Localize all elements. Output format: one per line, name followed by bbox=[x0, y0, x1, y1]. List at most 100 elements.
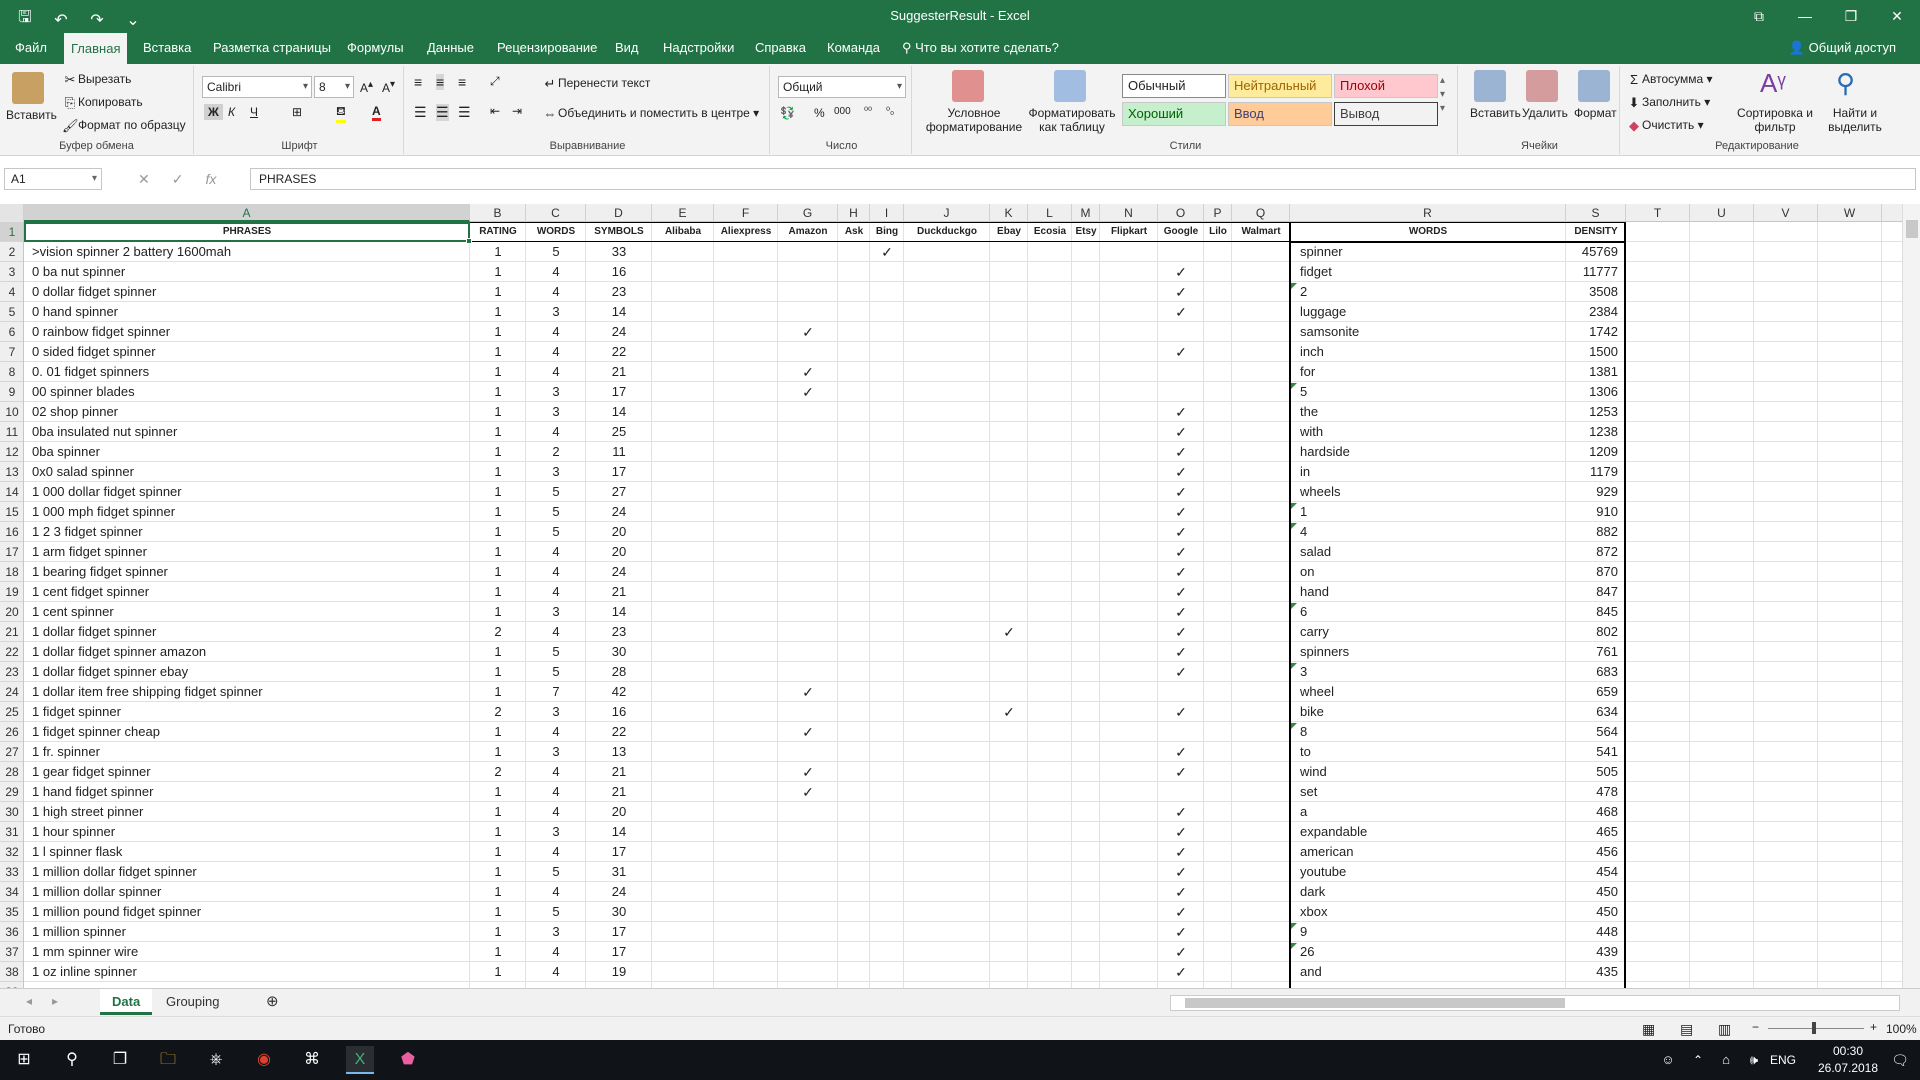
check-mark-cell[interactable]: ✓ bbox=[778, 762, 838, 782]
wrap-text-button[interactable]: ↵ Перенести текст bbox=[542, 76, 651, 92]
column-header-t[interactable]: T bbox=[1626, 204, 1690, 222]
row-header[interactable]: 10 bbox=[0, 402, 23, 422]
symbols-cell[interactable]: 14 bbox=[586, 822, 652, 842]
rating-cell[interactable]: 1 bbox=[470, 502, 526, 522]
header-cell-h[interactable]: Ask bbox=[838, 222, 870, 242]
search-icon[interactable]: ⚲ bbox=[58, 1046, 86, 1074]
words-count-cell[interactable]: 4 bbox=[526, 782, 586, 802]
symbols-cell[interactable]: 17 bbox=[586, 462, 652, 482]
rating-cell[interactable]: 1 bbox=[470, 362, 526, 382]
words-count-cell[interactable]: 3 bbox=[526, 302, 586, 322]
fill-button[interactable]: ⬇ Заполнить ▾ bbox=[1626, 95, 1711, 111]
check-mark-cell[interactable]: ✓ bbox=[1158, 402, 1204, 422]
phrase-cell[interactable]: 0ba spinner bbox=[32, 442, 468, 462]
column-header-h[interactable]: H bbox=[838, 204, 870, 222]
phrase-cell[interactable]: 1 fidget spinner bbox=[32, 702, 468, 722]
zoom-slider-thumb[interactable] bbox=[1812, 1022, 1816, 1034]
insert-cells-button[interactable]: Вставить bbox=[1470, 106, 1521, 120]
fill-handle[interactable] bbox=[466, 238, 472, 244]
phrase-cell[interactable]: 00 spinner blades bbox=[32, 382, 468, 402]
cancel-icon[interactable]: ✕ bbox=[138, 168, 150, 190]
symbols-cell[interactable]: 22 bbox=[586, 722, 652, 742]
style-input[interactable]: Ввод bbox=[1228, 102, 1332, 126]
row-header[interactable]: 18 bbox=[0, 562, 23, 582]
rating-cell[interactable]: 1 bbox=[470, 382, 526, 402]
row-header[interactable]: 4 bbox=[0, 282, 23, 302]
phrase-cell[interactable]: 1 cent spinner bbox=[32, 602, 468, 622]
symbols-cell[interactable]: 21 bbox=[586, 362, 652, 382]
style-good[interactable]: Хороший bbox=[1122, 102, 1226, 126]
check-mark-cell[interactable]: ✓ bbox=[1158, 822, 1204, 842]
check-mark-cell[interactable]: ✓ bbox=[1158, 842, 1204, 862]
phrase-cell[interactable]: 1 hand fidget spinner bbox=[32, 782, 468, 802]
words-count-cell[interactable]: 3 bbox=[526, 822, 586, 842]
phrase-cell[interactable]: 1 gear fidget spinner bbox=[32, 762, 468, 782]
words-count-cell[interactable]: 4 bbox=[526, 362, 586, 382]
symbols-cell[interactable]: 20 bbox=[586, 802, 652, 822]
phrase-cell[interactable]: 1 bearing fidget spinner bbox=[32, 562, 468, 582]
decrease-decimal-icon[interactable]: ⁰₀ bbox=[886, 106, 894, 117]
column-header-r[interactable]: R bbox=[1290, 204, 1566, 222]
phrase-cell[interactable]: 1 million dollar spinner bbox=[32, 882, 468, 902]
row-header[interactable]: 29 bbox=[0, 782, 23, 802]
symbols-cell[interactable]: 28 bbox=[586, 662, 652, 682]
rating-cell[interactable]: 1 bbox=[470, 662, 526, 682]
row-header[interactable]: 9 bbox=[0, 382, 23, 402]
phrase-cell[interactable]: 1 high street pinner bbox=[32, 802, 468, 822]
sheet-tab-data[interactable]: Data bbox=[100, 989, 153, 1015]
symbols-cell[interactable]: 24 bbox=[586, 502, 652, 522]
words-count-cell[interactable]: 4 bbox=[526, 562, 586, 582]
style-neutral[interactable]: Нейтральный bbox=[1228, 74, 1332, 98]
words-count-cell[interactable]: 4 bbox=[526, 802, 586, 822]
paste-icon[interactable] bbox=[12, 72, 44, 104]
prev-sheet-icon[interactable]: ◂ bbox=[26, 994, 32, 1008]
phrase-cell[interactable]: 0. 01 fidget spinners bbox=[32, 362, 468, 382]
align-right-icon[interactable]: ☰ bbox=[458, 104, 471, 121]
ribbon-display-icon[interactable]: ⧉ bbox=[1736, 0, 1782, 32]
row-header[interactable]: 14 bbox=[0, 482, 23, 502]
symbols-cell[interactable]: 23 bbox=[586, 282, 652, 302]
check-mark-cell[interactable]: ✓ bbox=[1158, 422, 1204, 442]
tab-formulas[interactable]: Формулы bbox=[340, 32, 411, 64]
rating-cell[interactable]: 1 bbox=[470, 842, 526, 862]
check-mark-cell[interactable]: ✓ bbox=[1158, 262, 1204, 282]
check-mark-cell[interactable]: ✓ bbox=[1158, 662, 1204, 682]
symbols-cell[interactable]: 25 bbox=[586, 422, 652, 442]
row-header[interactable]: 21 bbox=[0, 622, 23, 642]
clock-time[interactable]: 00:30 bbox=[1808, 1044, 1888, 1058]
grow-font-icon[interactable]: A▴ bbox=[360, 79, 373, 95]
symbols-cell[interactable]: 24 bbox=[586, 322, 652, 342]
align-top-icon[interactable]: ≡ bbox=[414, 74, 422, 90]
delete-cells-button[interactable]: Удалить bbox=[1522, 106, 1568, 120]
merge-center-button[interactable]: ⇔ Объединить и поместить в центре ▾ bbox=[542, 106, 760, 122]
rating-cell[interactable]: 1 bbox=[470, 582, 526, 602]
row-header[interactable]: 19 bbox=[0, 582, 23, 602]
style-normal[interactable]: Обычный bbox=[1122, 74, 1226, 98]
row-header[interactable]: 3 bbox=[0, 262, 23, 282]
words-count-cell[interactable]: 3 bbox=[526, 602, 586, 622]
cell-grid[interactable]: PHRASES RATING WORDS SYMBOLS Alibaba Aliexpre… bbox=[24, 222, 1902, 988]
rating-cell[interactable]: 2 bbox=[470, 702, 526, 722]
horizontal-scroll-thumb[interactable] bbox=[1185, 998, 1565, 1008]
column-header-u[interactable]: U bbox=[1690, 204, 1754, 222]
check-mark-cell[interactable]: ✓ bbox=[1158, 962, 1204, 982]
rating-cell[interactable]: 1 bbox=[470, 862, 526, 882]
rating-cell[interactable]: 2 bbox=[470, 762, 526, 782]
phrase-cell[interactable]: 0 hand spinner bbox=[32, 302, 468, 322]
symbols-cell[interactable]: 20 bbox=[586, 522, 652, 542]
minimize-button[interactable]: — bbox=[1782, 0, 1828, 32]
phrase-cell[interactable]: 1 mm spinner wire bbox=[32, 942, 468, 962]
column-header-c[interactable]: C bbox=[526, 204, 586, 222]
zoom-out-icon[interactable]: − bbox=[1752, 1020, 1759, 1034]
symbols-cell[interactable]: 24 bbox=[586, 882, 652, 902]
check-mark-cell[interactable]: ✓ bbox=[1158, 522, 1204, 542]
words-count-cell[interactable]: 3 bbox=[526, 402, 586, 422]
selected-cell-a1[interactable] bbox=[24, 222, 470, 242]
header-cell-b[interactable]: RATING bbox=[470, 222, 526, 242]
words-count-cell[interactable]: 3 bbox=[526, 702, 586, 722]
app-icon[interactable]: ⎈ bbox=[202, 1046, 230, 1074]
symbols-cell[interactable]: 21 bbox=[586, 582, 652, 602]
header-cell-l[interactable]: Ecosia bbox=[1028, 222, 1072, 242]
words-count-cell[interactable]: 5 bbox=[526, 642, 586, 662]
column-header-e[interactable]: E bbox=[652, 204, 714, 222]
